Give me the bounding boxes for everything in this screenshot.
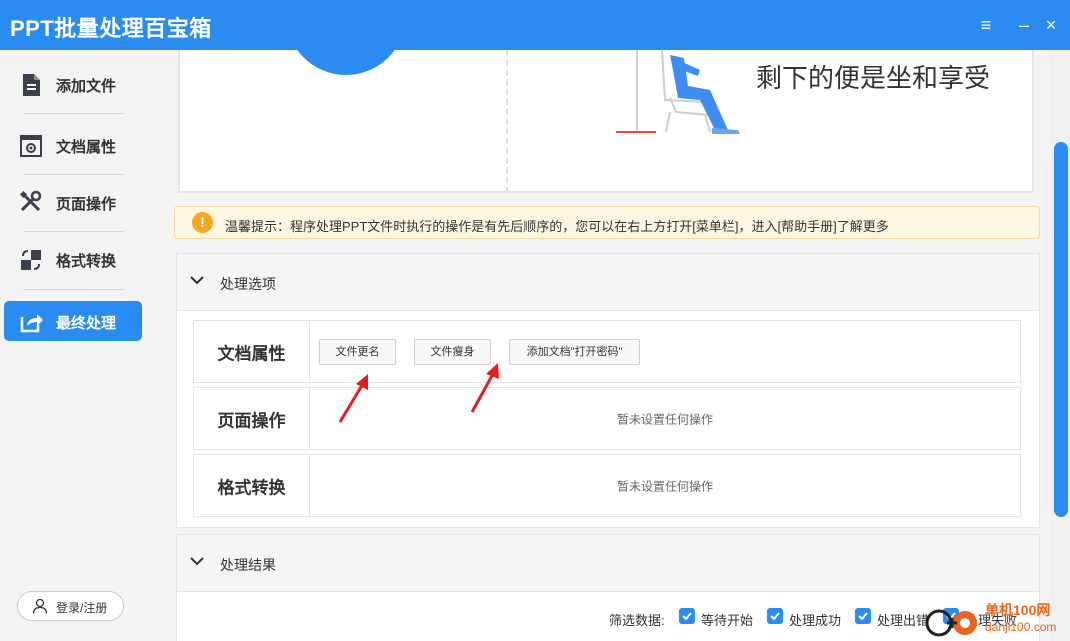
filter-error-checkbox[interactable]: [855, 608, 871, 624]
sidebar-item-final-process[interactable]: 最终处理: [4, 301, 142, 341]
tip-banner: ! 温馨提示：程序处理PPT文件时执行的操作是有先后顺序的，您可以在右上方打开[…: [174, 206, 1040, 239]
op-row-format-convert: 格式转换 暂未设置任何操作: [193, 454, 1021, 517]
scrollbar[interactable]: [1050, 50, 1070, 641]
convert-icon: [21, 250, 41, 270]
filter-waiting-checkbox[interactable]: [679, 608, 695, 624]
login-button[interactable]: 登录/注册: [17, 591, 124, 621]
filter-waiting-label: 等待开始: [701, 613, 754, 628]
row-label: 页面操作: [194, 388, 310, 449]
sidebar-item-label: 添加文件: [56, 78, 117, 95]
sidebar-item-label: 页面操作: [56, 196, 117, 213]
sidebar-item-doc-props[interactable]: 文档属性: [4, 125, 142, 165]
row-label: 格式转换: [194, 455, 310, 516]
filter-error-label: 处理出错: [877, 613, 930, 628]
options-panel-header[interactable]: 处理选项: [177, 254, 1039, 311]
main-content: 剩下的便是坐和享受 ! 温馨提示：程序处理PPT文件时执行的操作是有先后顺序的，…: [148, 50, 1070, 641]
close-icon[interactable]: ×: [1040, 13, 1062, 37]
op-row-page-ops: 页面操作 暂未设置任何操作: [193, 387, 1021, 450]
title-bar: PPT批量处理百宝箱 ≡ – ×: [0, 0, 1070, 50]
chevron-down-icon: [190, 276, 204, 285]
sidebar-item-add-file[interactable]: 添加文件: [4, 64, 142, 104]
watermark-line2: danji100.com: [985, 620, 1057, 634]
red-arrow-icon: [338, 374, 368, 423]
rename-file-button[interactable]: 文件更名: [319, 339, 396, 365]
empty-text: 暂未设置任何操作: [616, 479, 713, 493]
filter-label: 筛选数据:: [609, 613, 665, 628]
hero-divider: [506, 50, 508, 191]
sidebar: 添加文件 文档属性 页面操作 格式转换 最终处理 登录/注册: [0, 50, 148, 641]
watermark-logo-icon: [925, 609, 977, 637]
add-open-password-button[interactable]: 添加文档"打开密码": [509, 339, 640, 365]
row-label: 文档属性: [194, 321, 310, 382]
filter-success-checkbox[interactable]: [767, 608, 783, 624]
chevron-down-icon: [190, 557, 204, 566]
user-icon: [32, 598, 48, 614]
divider: [24, 231, 124, 232]
tools-icon: [19, 190, 42, 212]
sidebar-item-label: 文档属性: [56, 139, 117, 156]
divider: [24, 289, 124, 290]
app-title: PPT批量处理百宝箱: [10, 16, 212, 41]
hero-slogan: 剩下的便是坐和享受: [756, 63, 991, 93]
results-panel-title: 处理结果: [220, 557, 276, 573]
warning-icon: !: [192, 212, 213, 233]
red-arrow-icon: [470, 363, 499, 413]
tip-text: 温馨提示：程序处理PPT文件时执行的操作是有先后顺序的，您可以在右上方打开[菜单…: [225, 219, 889, 234]
empty-text: 暂未设置任何操作: [616, 412, 713, 426]
divider: [24, 113, 124, 114]
sidebar-item-label: 最终处理: [56, 315, 117, 332]
doc-settings-icon: [20, 135, 42, 157]
hero-banner: 剩下的便是坐和享受: [178, 50, 1034, 193]
sidebar-item-page-ops[interactable]: 页面操作: [4, 182, 142, 222]
share-icon: [20, 314, 43, 333]
options-panel: 处理选项 文档属性 文件更名 文件瘦身 添加文档"打开密码" 页面操作 暂未设置…: [176, 253, 1040, 528]
results-panel-header[interactable]: 处理结果: [177, 535, 1039, 592]
login-label: 登录/注册: [56, 601, 108, 615]
file-add-icon: [23, 74, 40, 96]
divider: [24, 174, 124, 175]
person-sitting-illustration: [616, 50, 740, 134]
sidebar-item-label: 格式转换: [56, 253, 117, 270]
scrollbar-thumb[interactable]: [1054, 142, 1068, 517]
hero-circle: [286, 50, 406, 75]
watermark-line1: 单机100网: [985, 602, 1051, 618]
minimize-icon[interactable]: –: [1013, 13, 1035, 37]
menu-icon[interactable]: ≡: [975, 13, 997, 37]
watermark: 单机100网 danji100.com: [925, 600, 1070, 641]
options-panel-title: 处理选项: [220, 276, 276, 292]
op-row-doc-props: 文档属性 文件更名 文件瘦身 添加文档"打开密码": [193, 320, 1021, 383]
filter-success-label: 处理成功: [789, 613, 842, 628]
sidebar-item-format-convert[interactable]: 格式转换: [4, 239, 142, 279]
